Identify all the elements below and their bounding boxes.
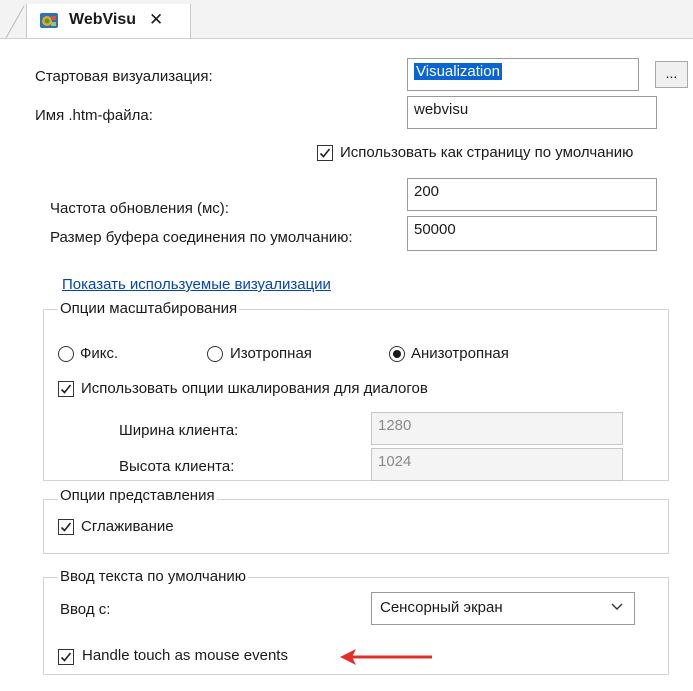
update-rate-label: Частота обновления (мс): (50, 200, 229, 217)
check-icon (60, 522, 72, 532)
handle-touch-checkbox[interactable] (58, 649, 74, 665)
start-visu-label: Стартовая визуализация: (35, 68, 213, 85)
radio-anisotropic[interactable] (389, 346, 405, 362)
check-icon (60, 652, 72, 662)
browse-button[interactable]: ... (655, 61, 688, 88)
radio-anisotropic-label: Анизотропная (411, 345, 509, 362)
show-used-visualizations-link[interactable]: Показать используемые визуализации (62, 276, 331, 293)
client-height-input[interactable]: 1024 (371, 448, 623, 481)
close-icon[interactable]: ✕ (149, 10, 163, 30)
antialias-checkbox[interactable] (58, 519, 74, 535)
text-input-group-title: Ввод текста по умолчанию (58, 568, 249, 585)
radio-fixed[interactable] (58, 346, 74, 362)
client-width-label: Ширина клиента: (119, 422, 239, 439)
tab-webvisu[interactable]: WebVisu ✕ (26, 4, 191, 38)
presentation-group-title: Опции представления (58, 487, 217, 504)
radio-isotropic[interactable] (207, 346, 223, 362)
update-rate-input[interactable]: 200 (407, 178, 657, 211)
start-visu-value: Visualization (414, 63, 502, 80)
webvisu-icon (40, 13, 58, 28)
radio-fixed-label: Фикс. (80, 345, 119, 362)
input-with-dropdown[interactable]: Сенсорный экран (371, 592, 635, 625)
radio-isotropic-label: Изотропная (230, 345, 312, 362)
htm-file-input[interactable]: webvisu (407, 96, 657, 129)
scaling-group-title: Опции масштабирования (58, 300, 240, 317)
dialog-scaling-checkbox[interactable] (58, 381, 74, 397)
radio-selected-dot (393, 350, 401, 358)
default-page-checkbox[interactable] (317, 145, 333, 161)
client-height-label: Высота клиента: (119, 458, 235, 475)
buffer-size-input[interactable]: 50000 (407, 216, 657, 251)
check-icon (60, 384, 72, 394)
htm-file-label: Имя .htm-файла: (35, 107, 153, 124)
tab-title: WebVisu (69, 11, 136, 28)
start-visu-input[interactable]: Visualization (407, 58, 639, 91)
client-width-input[interactable]: 1280 (371, 412, 623, 445)
red-arrow-icon (340, 649, 432, 665)
buffer-size-label: Размер буфера соединения по умолчанию: (50, 229, 353, 246)
chevron-down-icon (611, 603, 623, 610)
input-with-label: Ввод с: (60, 601, 111, 618)
dialog-scaling-label: Использовать опции шкалирования для диал… (81, 380, 428, 397)
default-page-label: Использовать как страницу по умолчанию (340, 144, 634, 161)
input-with-value: Сенсорный экран (380, 599, 503, 616)
handle-touch-label: Handle touch as mouse events (82, 647, 288, 664)
antialias-label: Сглаживание (81, 518, 174, 535)
check-icon (319, 148, 331, 158)
